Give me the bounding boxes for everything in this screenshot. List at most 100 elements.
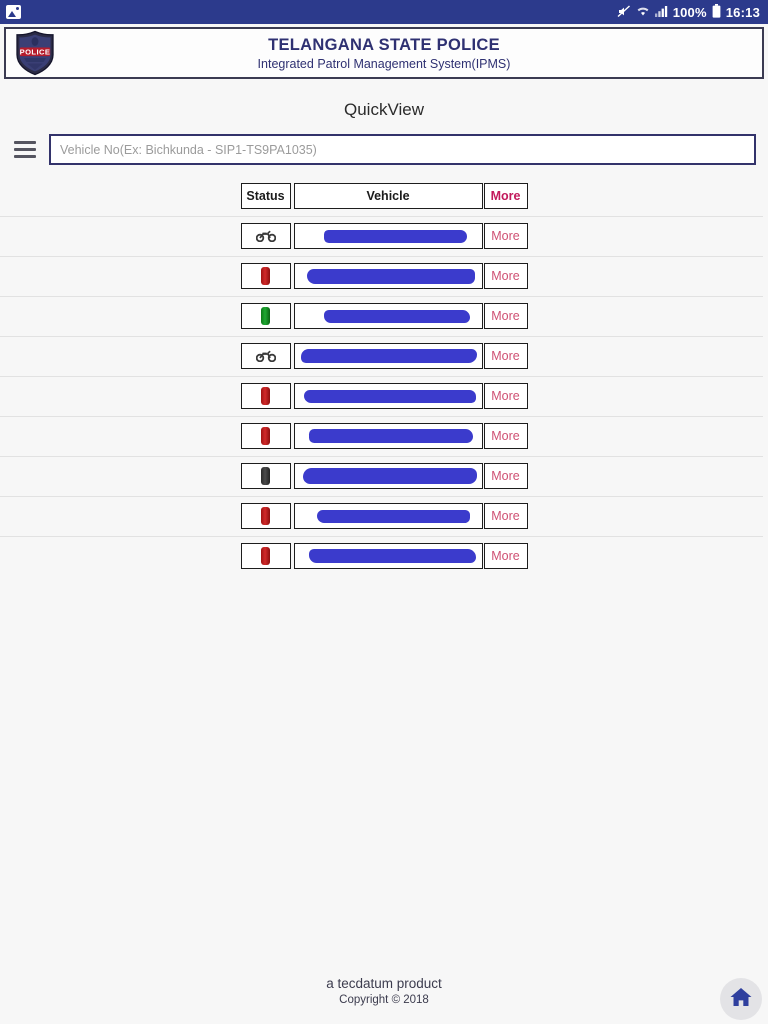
home-icon <box>729 986 753 1013</box>
redacted-vehicle-label <box>309 549 476 563</box>
footer-copyright-label: Copyright © 2018 <box>339 994 429 1006</box>
redacted-vehicle-label <box>308 429 474 443</box>
row-vehicle-cell <box>293 263 483 289</box>
app-header: POLICE TELANGANA STATE POLICE Integrated… <box>4 27 764 79</box>
vehicle-red-icon <box>261 387 270 405</box>
footer: a tecdatum product Copyright © 2018 <box>0 976 768 1006</box>
row-more-button[interactable]: More <box>483 263 528 289</box>
table-row[interactable]: More <box>0 496 763 529</box>
table-row[interactable]: More <box>0 536 763 569</box>
search-row <box>0 134 768 165</box>
row-status-cell <box>240 343 291 369</box>
table-row[interactable]: More <box>0 216 763 249</box>
table-rows-container: More More More More More More More More More <box>0 216 763 569</box>
row-status-cell <box>240 503 291 529</box>
row-divider <box>0 256 763 257</box>
row-vehicle-cell <box>293 463 483 489</box>
table-row[interactable]: More <box>0 416 763 449</box>
table-row[interactable]: More <box>0 256 763 289</box>
row-more-button[interactable]: More <box>483 303 528 329</box>
table-row[interactable]: More <box>0 456 763 489</box>
redacted-vehicle-label <box>306 268 475 284</box>
search-input[interactable] <box>49 134 756 165</box>
row-more-button[interactable]: More <box>483 223 528 249</box>
row-more-button[interactable]: More <box>483 463 528 489</box>
status-bar-left-icons <box>6 5 21 19</box>
row-divider <box>0 536 763 537</box>
row-vehicle-cell <box>293 383 483 409</box>
row-status-cell <box>240 423 291 449</box>
redacted-vehicle-label <box>301 349 477 363</box>
column-header-more-label: More <box>490 189 521 203</box>
row-more-label: More <box>491 389 520 403</box>
row-vehicle-cell <box>293 423 483 449</box>
row-divider <box>0 416 763 417</box>
row-vehicle-cell <box>293 503 483 529</box>
vehicle-red-icon <box>261 267 270 285</box>
column-header-vehicle-label: Vehicle <box>366 189 410 203</box>
menu-line <box>14 155 36 158</box>
row-divider <box>0 456 763 457</box>
mute-icon <box>617 4 631 20</box>
row-more-button[interactable]: More <box>483 343 528 369</box>
police-badge-logo: POLICE <box>12 30 58 76</box>
redacted-vehicle-label <box>324 229 467 243</box>
table-header-row: Status Vehicle More <box>240 183 528 209</box>
android-status-bar: 100% 16:13 <box>0 0 768 24</box>
row-vehicle-cell <box>293 343 483 369</box>
table-row[interactable]: More <box>0 296 763 329</box>
header-subtitle: Integrated Patrol Management System(IPMS… <box>257 56 511 71</box>
column-header-status: Status <box>240 183 291 209</box>
menu-line <box>14 148 36 151</box>
column-header-more: More <box>483 183 528 209</box>
hamburger-menu-icon[interactable] <box>14 141 36 158</box>
home-button[interactable] <box>720 978 762 1020</box>
row-more-label: More <box>491 269 520 283</box>
quickview-title: QuickView <box>344 100 424 119</box>
row-more-button[interactable]: More <box>483 543 528 569</box>
row-divider <box>0 216 763 217</box>
vehicle-red-icon <box>261 507 270 525</box>
row-divider <box>0 336 763 337</box>
row-more-label: More <box>491 309 520 323</box>
header-text-block: TELANGANA STATE POLICE Integrated Patrol… <box>6 36 762 71</box>
table-block: Status Vehicle More More More More More More… <box>0 183 763 569</box>
vehicle-green-icon <box>261 307 270 325</box>
wifi-icon <box>636 5 650 19</box>
row-more-label: More <box>491 429 520 443</box>
row-status-cell <box>240 463 291 489</box>
menu-line <box>14 141 36 144</box>
clock-label: 16:13 <box>725 4 760 20</box>
row-more-button[interactable]: More <box>483 383 528 409</box>
row-divider <box>0 496 763 497</box>
vehicle-red-icon <box>261 547 270 565</box>
page-title: TELANGANA STATE POLICE <box>268 35 500 54</box>
row-vehicle-cell <box>293 303 483 329</box>
column-header-status-label: Status <box>246 189 285 203</box>
motorcycle-icon <box>255 348 276 365</box>
svg-text:POLICE: POLICE <box>20 47 51 56</box>
row-more-button[interactable]: More <box>483 423 528 449</box>
column-header-vehicle: Vehicle <box>293 183 483 209</box>
table-row[interactable]: More <box>0 336 763 369</box>
signal-icon <box>654 5 668 19</box>
vehicle-table: Status Vehicle More More More More More More… <box>0 183 768 569</box>
row-more-button[interactable]: More <box>483 503 528 529</box>
redacted-vehicle-label <box>302 468 477 484</box>
row-vehicle-cell <box>293 223 483 249</box>
row-more-label: More <box>491 349 520 363</box>
vehicle-dark-icon <box>261 467 270 485</box>
row-divider <box>0 296 763 297</box>
row-more-label: More <box>491 469 520 483</box>
row-more-label: More <box>491 549 520 563</box>
row-status-cell <box>240 383 291 409</box>
battery-icon <box>712 3 721 21</box>
redacted-vehicle-label <box>316 509 471 523</box>
row-more-label: More <box>491 509 520 523</box>
row-divider <box>0 376 763 377</box>
row-more-label: More <box>491 229 520 243</box>
table-row[interactable]: More <box>0 376 763 409</box>
row-status-cell <box>240 223 291 249</box>
row-status-cell <box>240 263 291 289</box>
redacted-vehicle-label <box>324 309 471 323</box>
